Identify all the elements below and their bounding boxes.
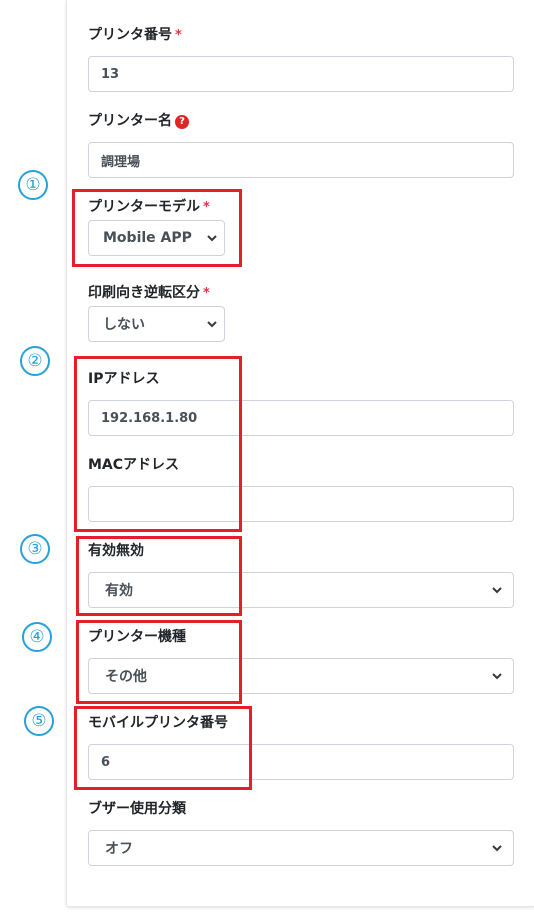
chevron-down-icon (492, 845, 502, 852)
buzzer-selected: オフ (105, 841, 133, 857)
print-reverse-label: 印刷向き逆転区分 * (88, 285, 210, 301)
annotation-number-4: ④ (22, 622, 52, 652)
print-reverse-selected: しない (103, 317, 145, 333)
annotation-box-4 (76, 620, 242, 704)
printer-number-value: 13 (101, 66, 120, 82)
printer-number-label: プリンタ番号 * (88, 27, 182, 43)
required-mark: * (175, 28, 182, 43)
annotation-box-1 (72, 189, 242, 267)
annotation-number-1: ① (18, 170, 48, 200)
annotation-box-2 (74, 356, 242, 532)
chevron-down-icon (492, 587, 502, 594)
printer-name-label: プリンター名? (88, 112, 189, 130)
required-mark: * (203, 286, 210, 301)
printer-number-input[interactable]: 13 (88, 56, 514, 92)
help-icon[interactable]: ? (175, 115, 189, 129)
printer-name-value: 調理場 (101, 154, 141, 170)
annotation-number-5: ⑤ (24, 706, 54, 736)
chevron-down-icon (207, 321, 217, 328)
annotation-box-3 (76, 536, 242, 616)
printer-name-input[interactable]: 調理場 (88, 142, 514, 178)
chevron-down-icon (492, 673, 502, 680)
buzzer-label: ブザー使用分類 (88, 801, 186, 817)
annotation-number-3: ③ (20, 534, 50, 564)
buzzer-select[interactable]: オフ (88, 830, 514, 866)
annotation-number-2: ② (20, 346, 50, 376)
annotation-box-5 (74, 706, 252, 790)
print-reverse-select[interactable]: しない (88, 306, 225, 342)
